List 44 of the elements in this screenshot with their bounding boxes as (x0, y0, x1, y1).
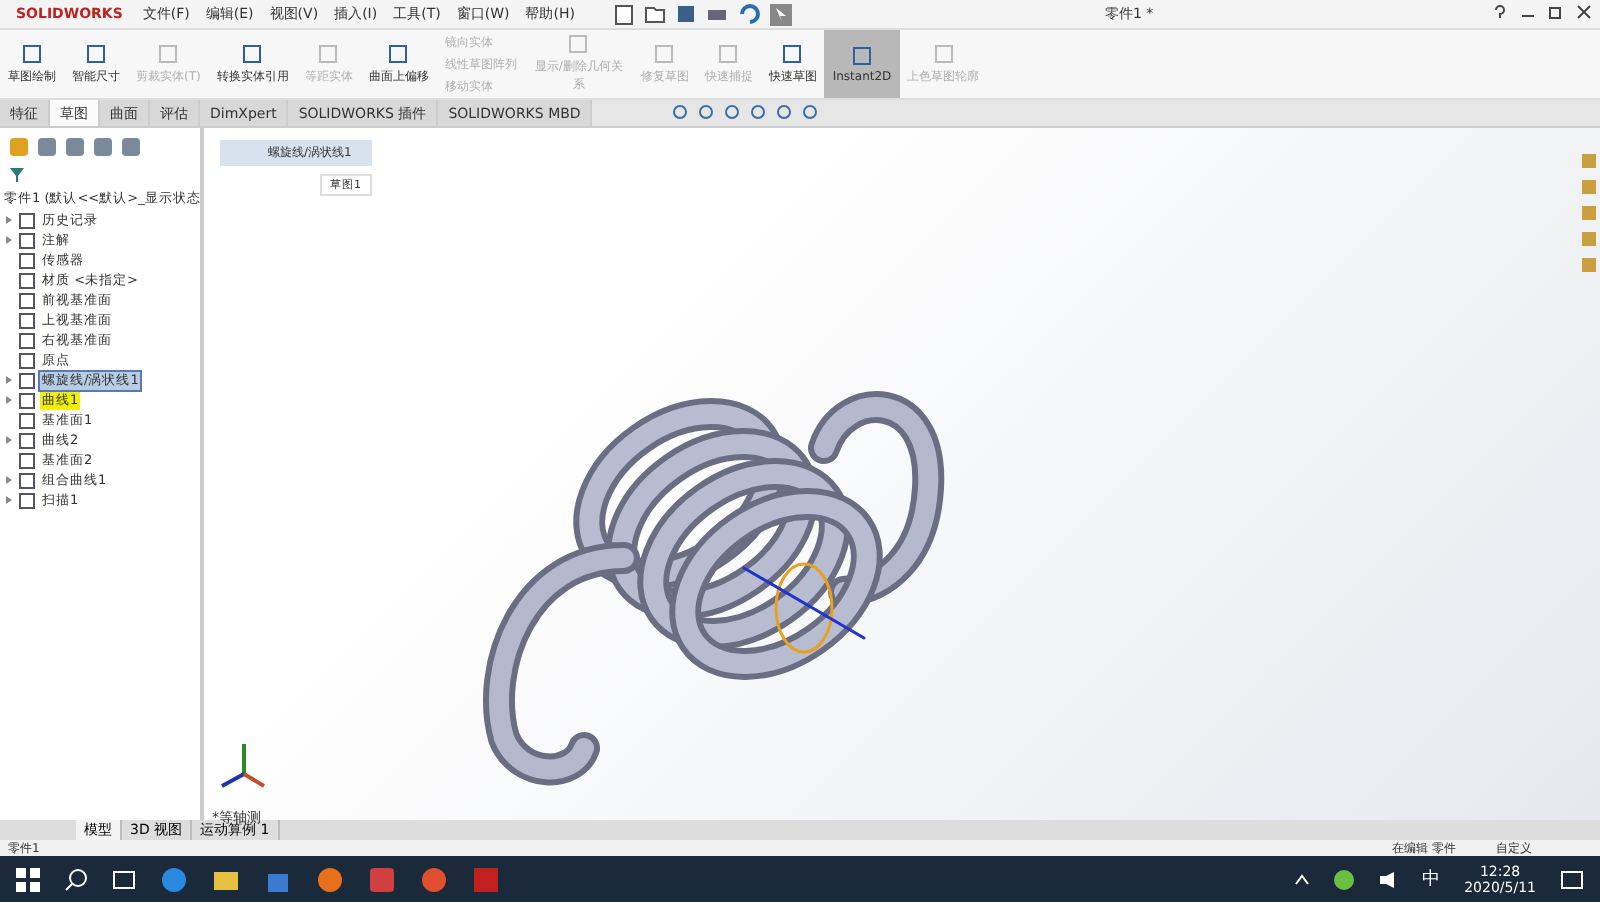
expand-arrow-icon[interactable] (4, 214, 14, 226)
close-icon[interactable] (1576, 4, 1592, 20)
expand-arrow-icon[interactable] (4, 434, 14, 446)
tool-icon (22, 43, 42, 63)
restore-icon[interactable] (1548, 4, 1564, 20)
tool-icon (242, 43, 263, 63)
input-method-indicator[interactable]: 中 (1422, 866, 1441, 892)
new-file-icon[interactable] (614, 3, 635, 25)
browser-icon[interactable] (160, 865, 188, 893)
tool-icon (388, 43, 409, 63)
filter-icon[interactable] (8, 166, 26, 184)
tool-icon (782, 43, 803, 63)
app-icon[interactable] (420, 865, 448, 893)
tray-app-icon[interactable] (1334, 869, 1355, 889)
panel-tab-icon[interactable] (92, 136, 114, 158)
save-icon[interactable] (676, 4, 697, 24)
expand-arrow-icon[interactable] (4, 394, 14, 406)
notification-icon[interactable] (1560, 867, 1584, 891)
windows-start-icon[interactable] (16, 867, 40, 891)
undo-icon[interactable] (738, 4, 761, 24)
panel-tab-icon[interactable] (120, 136, 142, 158)
tool-icon (86, 43, 106, 63)
panel-tab-icon[interactable] (64, 136, 86, 158)
tool-icon (158, 43, 179, 63)
tool-icon (654, 43, 675, 63)
task-view-icon[interactable] (112, 867, 136, 891)
tool-icon (568, 34, 589, 54)
panel-tab-icon[interactable] (36, 136, 58, 158)
tool-icon (852, 45, 873, 65)
panel-tab-icon[interactable] (8, 136, 30, 158)
search-icon[interactable] (64, 867, 88, 891)
folder-icon[interactable] (644, 4, 667, 24)
help-icon[interactable] (1492, 4, 1508, 24)
tool-icon (933, 43, 954, 63)
expand-arrow-icon[interactable] (4, 234, 14, 246)
chevron-up-icon[interactable] (1294, 871, 1311, 887)
tool-icon (718, 43, 739, 63)
expand-arrow-icon[interactable] (4, 474, 14, 486)
tool-icon (318, 43, 339, 63)
expand-arrow-icon[interactable] (4, 494, 14, 506)
expand-arrow-icon[interactable] (4, 374, 14, 386)
speaker-icon[interactable] (1378, 869, 1399, 889)
cursor-icon[interactable] (770, 3, 793, 25)
app-icon[interactable] (368, 865, 396, 893)
